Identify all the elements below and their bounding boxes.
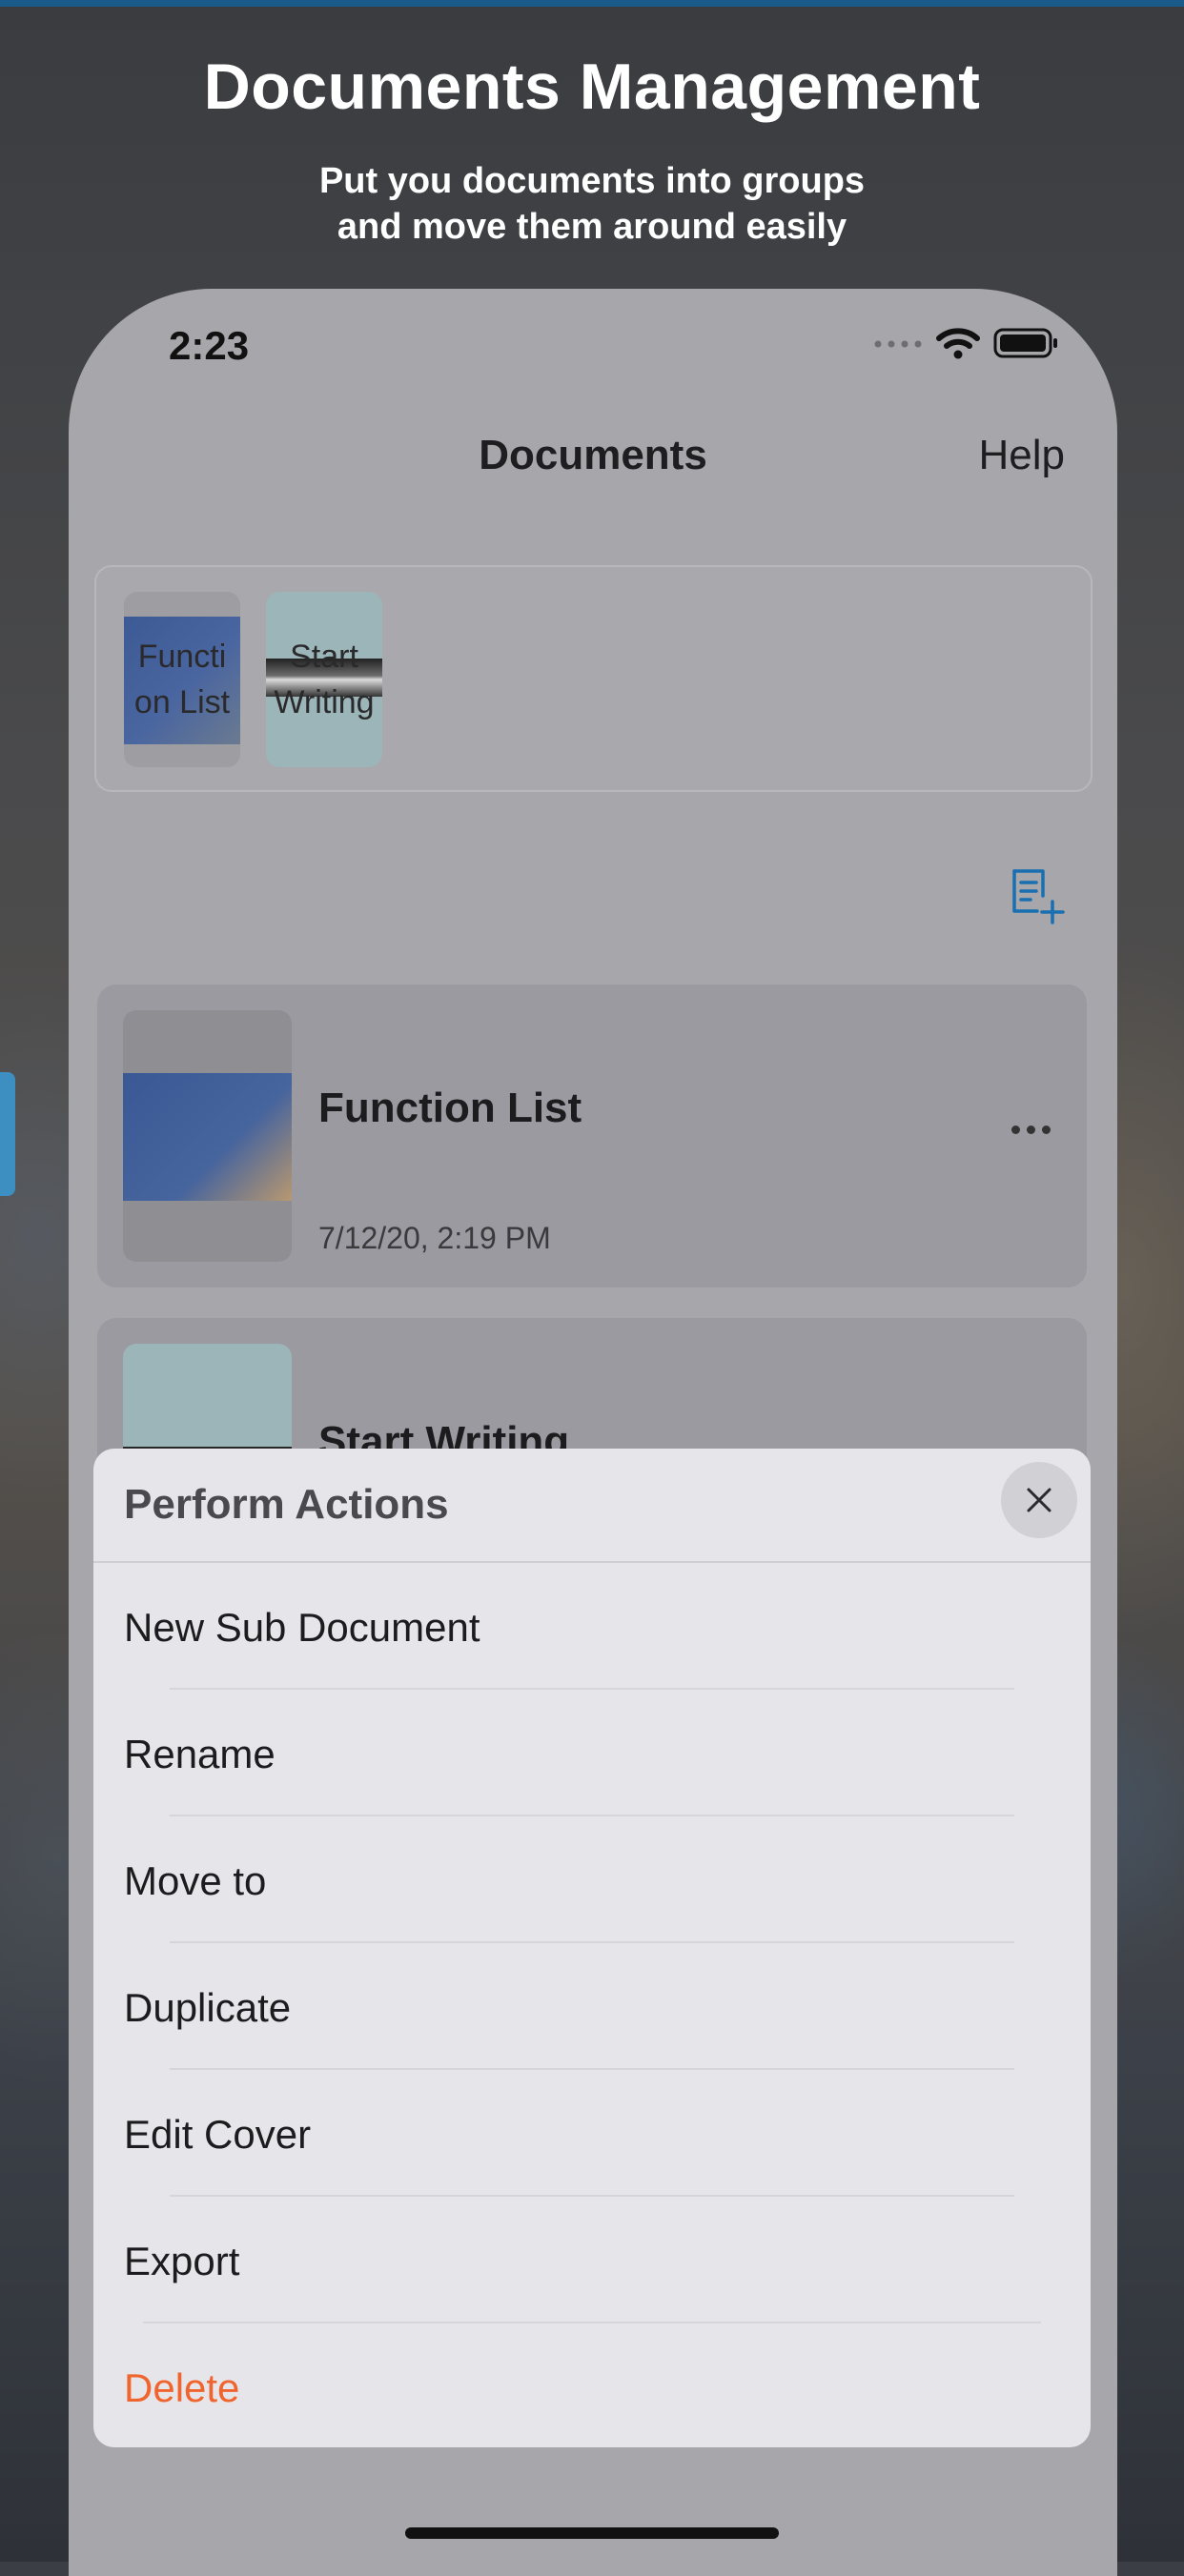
document-card[interactable]: Function List 7/12/20, 2:19 PM	[97, 984, 1087, 1288]
document-cover-image	[123, 1073, 292, 1201]
action-sheet: Perform Actions New Sub Document Rename …	[93, 1449, 1091, 2447]
document-thumbnail	[123, 1010, 292, 1262]
close-icon	[1027, 1488, 1051, 1512]
help-button[interactable]: Help	[979, 432, 1066, 479]
action-label: New Sub Document	[124, 1605, 480, 1650]
action-label: Duplicate	[124, 1985, 292, 2030]
action-rename[interactable]: Rename	[93, 1690, 1091, 1816]
promo-headline: Documents Management	[203, 51, 981, 123]
document-title: Function List	[318, 1085, 582, 1131]
action-label: Delete	[124, 2365, 240, 2410]
action-label: Rename	[124, 1732, 276, 1776]
group-tile-function-list[interactable]: Function List	[124, 592, 240, 767]
side-accent-tab	[0, 1072, 15, 1196]
signal-icon	[873, 337, 923, 355]
action-sheet-title: Perform Actions	[124, 1481, 449, 1528]
action-label: Move to	[124, 1858, 267, 1903]
group-tile-start-writing[interactable]: Start Writing	[266, 592, 382, 767]
action-export[interactable]: Export	[93, 2197, 1091, 2323]
battery-icon	[993, 327, 1060, 364]
action-label: Export	[124, 2239, 240, 2283]
action-sheet-header: Perform Actions	[93, 1449, 1091, 1563]
more-icon[interactable]	[1011, 1126, 1051, 1134]
group-label: Start Writing	[274, 639, 375, 720]
groups-strip: Function List Start Writing	[94, 565, 1092, 792]
status-icons	[873, 327, 1060, 364]
group-label: Function List	[133, 639, 231, 720]
action-label: Edit Cover	[124, 2112, 312, 2157]
action-new-sub-document[interactable]: New Sub Document	[93, 1563, 1091, 1690]
home-indicator	[405, 2527, 779, 2539]
promo-subline-line-1: Put you documents into groups	[318, 161, 866, 201]
nav-title: Documents	[479, 432, 707, 478]
wifi-icon	[936, 327, 980, 364]
action-duplicate[interactable]: Duplicate	[93, 1943, 1091, 2070]
document-date: 7/12/20, 2:19 PM	[318, 1221, 551, 1255]
new-document-icon[interactable]	[1007, 865, 1068, 931]
action-edit-cover[interactable]: Edit Cover	[93, 2070, 1091, 2197]
status-time: 2:23	[169, 323, 250, 368]
action-move-to[interactable]: Move to	[93, 1816, 1091, 1943]
top-accent-strip	[0, 0, 1184, 7]
promo-subline-line-2: and move them around easily	[337, 207, 847, 247]
action-delete[interactable]: Delete	[93, 2323, 1091, 2447]
promo-subline: Put you documents into groups and move t…	[0, 158, 1184, 250]
close-button[interactable]	[1001, 1462, 1077, 1538]
